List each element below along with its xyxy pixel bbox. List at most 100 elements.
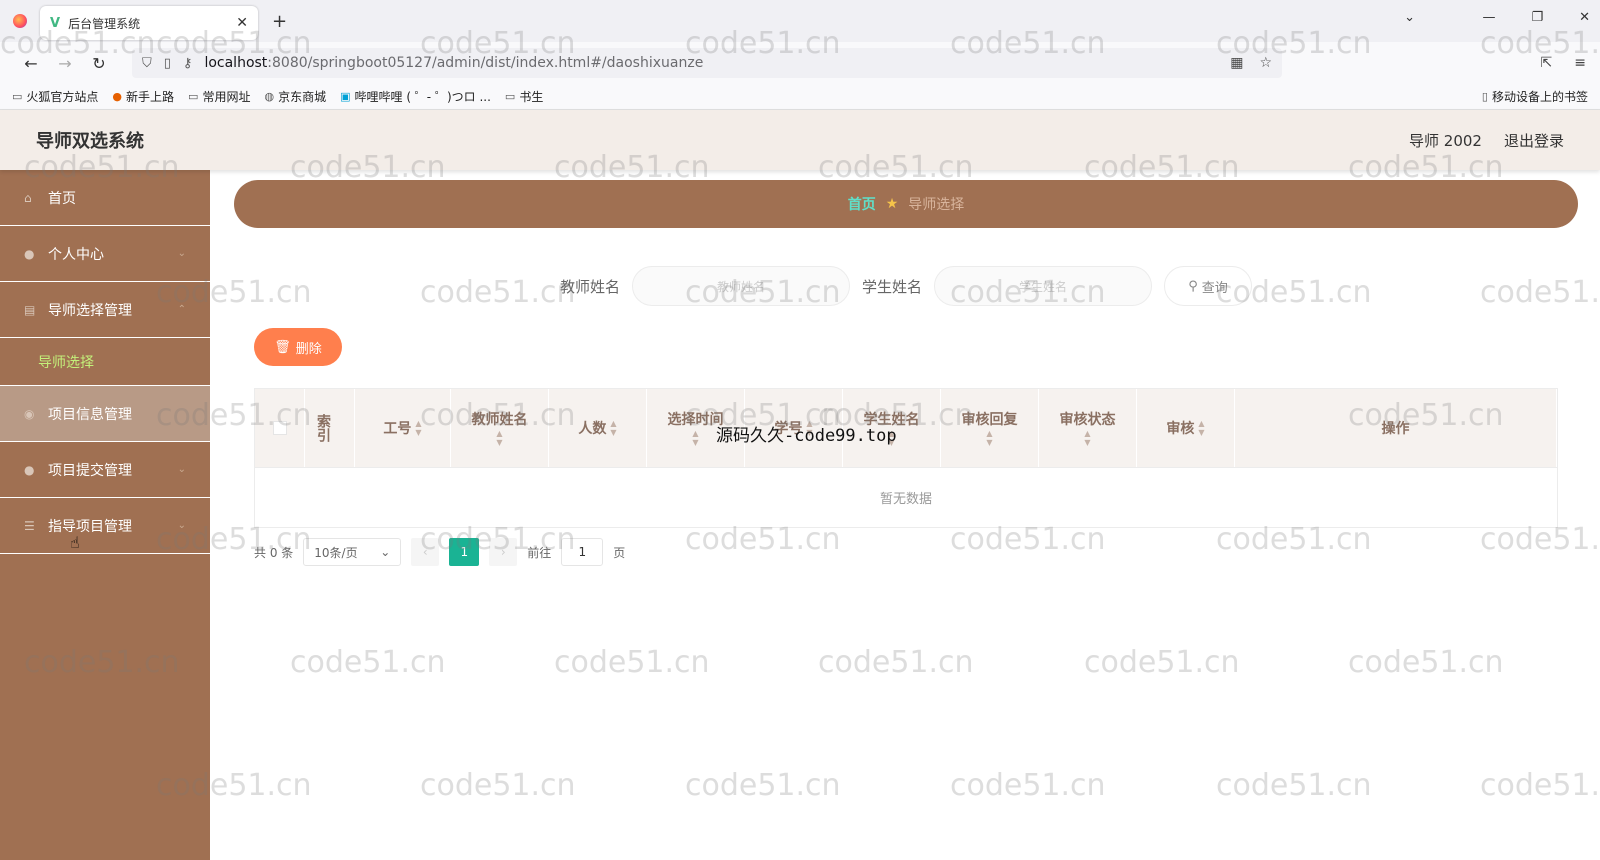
bookmark-item[interactable]: ● 新手上路 xyxy=(112,88,174,105)
column-label: 审核回复 xyxy=(961,412,1018,428)
sort-icon[interactable]: ▲ ▼ xyxy=(1198,419,1204,437)
delete-button-label: 删除 xyxy=(295,341,322,357)
user-icon: ● xyxy=(24,462,35,477)
bookmark-item[interactable]: ▭ 书生 xyxy=(505,88,543,105)
student-name-label: 学生姓名 xyxy=(862,277,923,296)
star-icon: ★ xyxy=(885,196,899,212)
sidebar-item-label: 首页 xyxy=(48,190,76,207)
current-user: 导师 2002 xyxy=(1409,131,1482,150)
bookmark-label: 新手上路 xyxy=(126,90,175,104)
content-panel: 教师姓名 教师姓名 学生姓名 学生姓名 ⚲ 查询 🗑 删除 索引 工号 ▲ ▼ … xyxy=(234,236,1578,584)
browser-tab[interactable]: V 后台管理系统 ✕ xyxy=(40,6,258,40)
info-icon: ◉ xyxy=(24,406,35,421)
overlay-watermark-text: 源码久久-code99.top xyxy=(716,426,897,446)
search-button-label: 查询 xyxy=(1201,280,1228,296)
column-label: 审核状态 xyxy=(1059,412,1116,428)
prev-page-button[interactable]: ‹ xyxy=(411,538,440,566)
col-teacher-name[interactable]: 教师姓名 ▲ ▼ xyxy=(451,389,549,467)
pagination: 共 0 条 10条/页 ⌄ ‹ 1 › 前往 1 页 xyxy=(254,538,1558,566)
app-header: 导师双选系统 导师 2002 退出登录 xyxy=(0,110,1600,170)
breadcrumb-home[interactable]: 首页 xyxy=(848,194,876,214)
sidebar-item-project-info[interactable]: ◉ 项目信息管理 xyxy=(0,386,210,442)
goto-page-input[interactable]: 1 xyxy=(561,538,604,566)
system-title: 导师双选系统 xyxy=(36,131,144,152)
sort-icon[interactable]: ▲ ▼ xyxy=(986,429,992,447)
qr-icon[interactable]: ▦ xyxy=(1230,55,1243,71)
col-review-reply[interactable]: 审核回复 ▲ ▼ xyxy=(941,389,1039,467)
sort-icon[interactable]: ▲ ▼ xyxy=(610,419,616,437)
sidebar-item-selection-mgmt[interactable]: ▤ 导师选择管理 ⌃ xyxy=(0,282,210,338)
shield-icon[interactable]: ⛉ xyxy=(142,56,152,71)
vue-icon: V xyxy=(50,15,61,31)
sort-icon[interactable]: ▲ ▼ xyxy=(496,429,502,447)
sidebar-item-guide-project[interactable]: ☰ 指导项目管理 ⌄ xyxy=(0,498,210,554)
empty-state: 暂无数据 xyxy=(255,467,1557,527)
sidebar-item-label: 导师选择 xyxy=(38,354,94,371)
restore-icon[interactable]: ❐ xyxy=(1531,10,1543,25)
sidebar-item-label: 指导项目管理 xyxy=(48,518,132,535)
sidebar-item-project-submit[interactable]: ● 项目提交管理 ⌄ xyxy=(0,442,210,498)
url-path: :8080/springboot05127/admin/dist/index.h… xyxy=(267,55,704,71)
bookmark-label: 常用网址 xyxy=(202,90,251,104)
browser-navbar: ← → ↻ ⛉ ▯ ⚷ localhost:8080/springboot051… xyxy=(0,42,1600,84)
extensions-icon[interactable]: ⇱ xyxy=(1541,55,1553,71)
col-index: 索引 xyxy=(305,389,355,467)
sort-icon[interactable]: ▲ ▼ xyxy=(415,419,421,437)
sidebar-item-home[interactable]: ⌂ 首页 xyxy=(0,170,210,226)
sidebar-item-profile[interactable]: ● 个人中心 ⌄ xyxy=(0,226,210,282)
teacher-name-input[interactable]: 教师姓名 xyxy=(632,266,850,306)
key-icon[interactable]: ⚷ xyxy=(183,56,193,71)
new-tab-icon[interactable]: + xyxy=(272,11,287,32)
column-label: 审核 xyxy=(1166,421,1195,437)
folder-icon: ▭ xyxy=(188,90,199,103)
search-button[interactable]: ⚲ 查询 xyxy=(1164,266,1253,306)
student-name-input[interactable]: 学生姓名 xyxy=(934,266,1153,306)
column-label: 人数 xyxy=(578,421,607,437)
next-page-button[interactable]: › xyxy=(489,538,518,566)
app: 导师双选系统 导师 2002 退出登录 ⌂ 首页 ● 个人中心 ⌄ ▤ 导师选择… xyxy=(0,110,1600,860)
col-review-status[interactable]: 审核状态 ▲ ▼ xyxy=(1039,389,1137,467)
url-bar[interactable]: ⛉ ▯ ⚷ localhost:8080/springboot05127/adm… xyxy=(132,48,1282,78)
table-header: 索引 工号▲▼ 教师姓名▲▼ 人数▲▼ 选择时间▲▼ 学号▲ xyxy=(255,389,1557,467)
page-icon: ▯ xyxy=(163,55,171,71)
bookmark-item[interactable]: ▣ 哔哩哔哩 ( ゜- ゜)つロ ... xyxy=(340,88,491,105)
total-count: 共 0 条 xyxy=(254,545,294,560)
col-review[interactable]: 审核 ▲ ▼ xyxy=(1137,389,1235,467)
select-all-checkbox[interactable] xyxy=(255,389,305,467)
minimize-icon[interactable]: — xyxy=(1482,10,1495,25)
col-job-number[interactable]: 工号 ▲ ▼ xyxy=(355,389,451,467)
mobile-bookmarks[interactable]: ▯ 移动设备上的书签 xyxy=(1482,88,1588,105)
sort-icon[interactable]: ▲ ▼ xyxy=(692,429,698,447)
sidebar-subitem-selection[interactable]: 导师选择 xyxy=(0,338,210,386)
breadcrumb: 首页 ★ 导师选择 xyxy=(234,180,1578,228)
list-tabs-icon[interactable]: ⌄ xyxy=(1404,10,1415,25)
back-icon[interactable]: ← xyxy=(14,54,48,73)
page-size-select[interactable]: 10条/页 ⌄ xyxy=(303,538,402,566)
bookmark-item[interactable]: ▭ 火狐官方站点 xyxy=(12,88,98,105)
delete-button[interactable]: 🗑 删除 xyxy=(254,328,342,366)
search-icon: ⚲ xyxy=(1188,278,1198,294)
close-tab-icon[interactable]: ✕ xyxy=(236,15,248,31)
close-window-icon[interactable]: ✕ xyxy=(1579,10,1590,25)
search-form: 教师姓名 教师姓名 学生姓名 学生姓名 ⚲ 查询 xyxy=(254,266,1558,306)
list-icon: ▤ xyxy=(24,302,36,317)
logout-button[interactable]: 退出登录 xyxy=(1504,130,1564,151)
reload-icon[interactable]: ↻ xyxy=(82,54,116,73)
sort-icon[interactable]: ▲ ▼ xyxy=(1084,429,1090,447)
bookmark-item[interactable]: ◍ 京东商城 xyxy=(264,88,326,105)
current-page[interactable]: 1 xyxy=(449,538,480,566)
teacher-name-label: 教师姓名 xyxy=(559,277,620,296)
firefox-icon[interactable] xyxy=(0,14,40,28)
forward-icon[interactable]: → xyxy=(48,54,82,73)
star-bookmark-icon[interactable]: ☆ xyxy=(1259,55,1272,71)
home-icon: ⌂ xyxy=(24,190,32,205)
menu-icon[interactable]: ≡ xyxy=(1574,55,1586,71)
breadcrumb-current: 导师选择 xyxy=(908,197,965,213)
sidebar-item-label: 项目提交管理 xyxy=(48,462,132,479)
mouse-cursor-icon: ☝ xyxy=(70,533,80,552)
bookmark-item[interactable]: ▭ 常用网址 xyxy=(188,88,250,105)
col-count[interactable]: 人数 ▲ ▼ xyxy=(549,389,647,467)
column-label: 操作 xyxy=(1381,421,1410,437)
tab-title: 后台管理系统 xyxy=(68,16,141,31)
column-label: 索引 xyxy=(315,414,331,442)
